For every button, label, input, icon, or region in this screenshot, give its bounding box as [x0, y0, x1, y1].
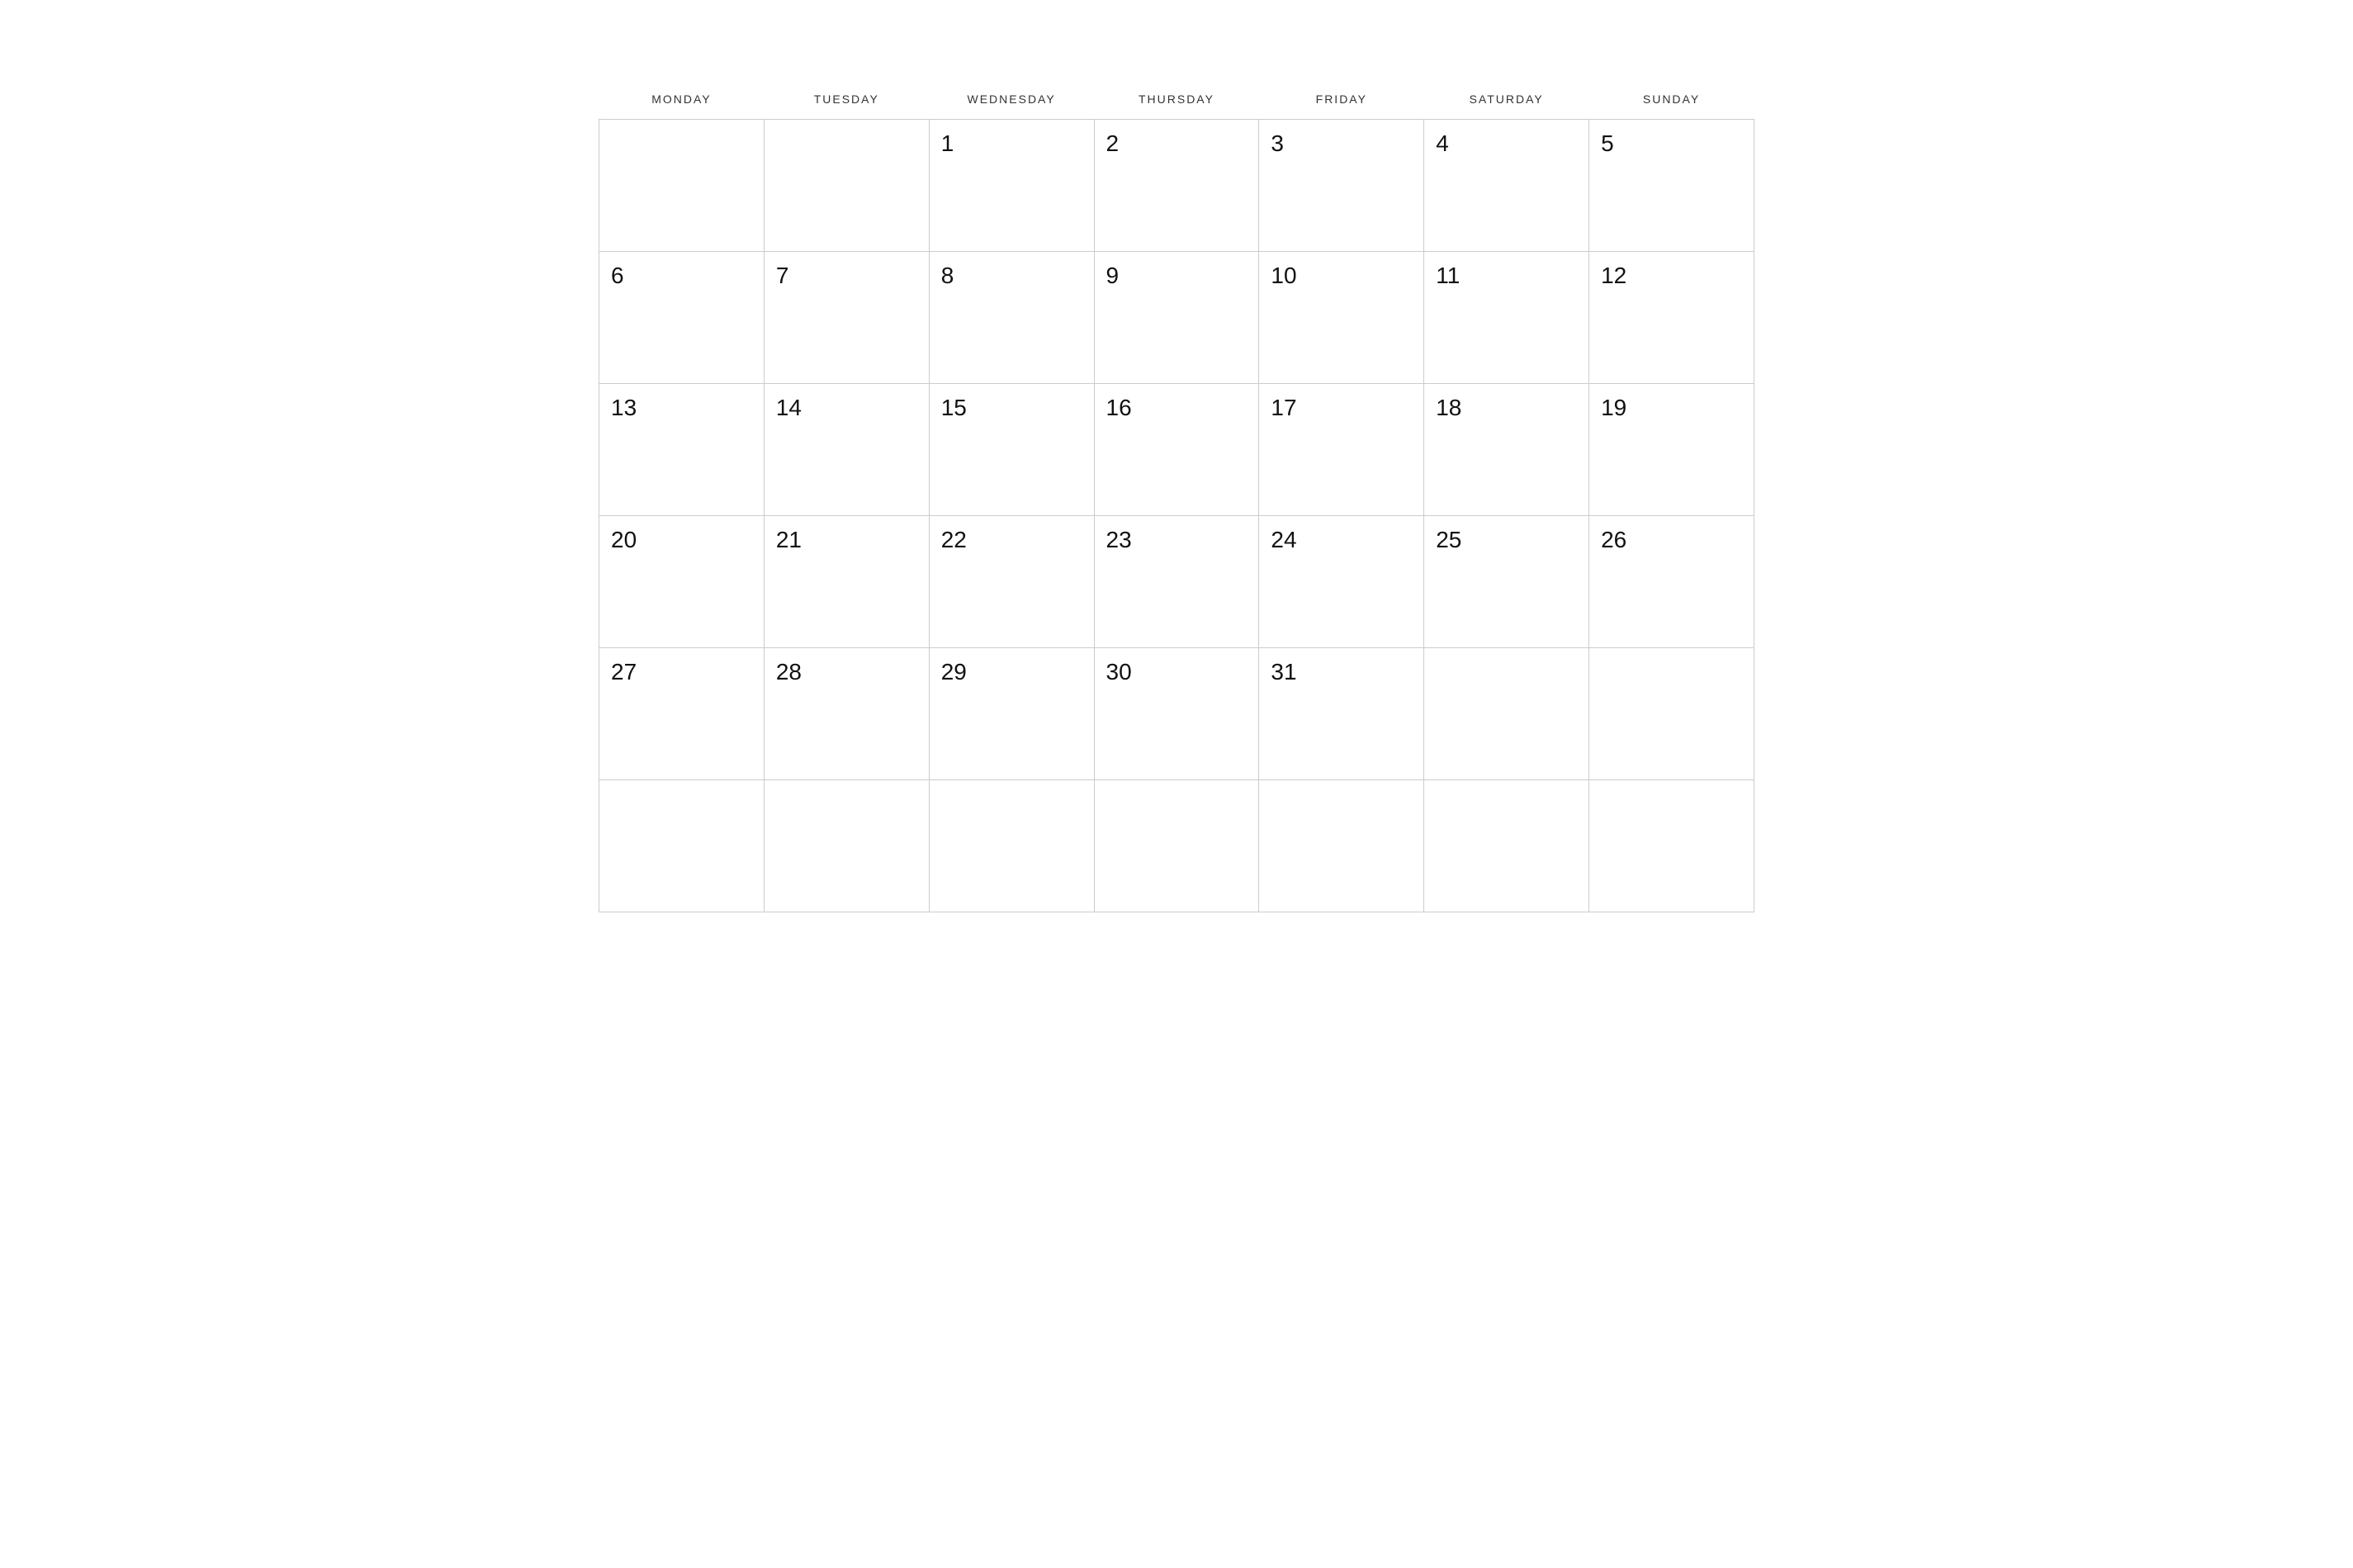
date-number: 7 — [776, 263, 789, 288]
calendar-cell: 1 — [929, 120, 1094, 252]
calendar-cell — [1424, 648, 1589, 780]
calendar-container: MONDAYTUESDAYWEDNESDAYTHURSDAYFRIDAYSATU… — [599, 83, 1754, 912]
calendar-cell: 22 — [929, 516, 1094, 648]
date-number: 20 — [611, 527, 637, 552]
date-number: 11 — [1436, 263, 1460, 288]
calendar-cell: 9 — [1094, 252, 1259, 384]
calendar-cell — [929, 780, 1094, 912]
date-number: 5 — [1601, 130, 1614, 156]
calendar-cell: 31 — [1259, 648, 1424, 780]
date-number: 9 — [1106, 263, 1120, 288]
date-number: 10 — [1271, 263, 1296, 288]
calendar-cell: 5 — [1589, 120, 1754, 252]
date-number: 14 — [776, 395, 802, 420]
date-number: 8 — [941, 263, 954, 288]
calendar-cell: 6 — [599, 252, 765, 384]
date-number: 28 — [776, 659, 802, 685]
day-header-sunday: SUNDAY — [1589, 83, 1754, 120]
day-header-friday: FRIDAY — [1259, 83, 1424, 120]
calendar-cell — [1589, 780, 1754, 912]
calendar-cell — [764, 780, 929, 912]
date-number: 3 — [1271, 130, 1284, 156]
calendar-cell: 24 — [1259, 516, 1424, 648]
calendar-cell: 12 — [1589, 252, 1754, 384]
date-number: 6 — [611, 263, 624, 288]
day-header-tuesday: TUESDAY — [764, 83, 929, 120]
date-number: 24 — [1271, 527, 1296, 552]
calendar-cell: 26 — [1589, 516, 1754, 648]
week-row-4: 20 21 22 23 24 25 26 — [599, 516, 1754, 648]
week-row-3: 13 14 15 16 17 18 19 — [599, 384, 1754, 516]
calendar-cell: 23 — [1094, 516, 1259, 648]
calendar-cell — [599, 120, 765, 252]
calendar-table: MONDAYTUESDAYWEDNESDAYTHURSDAYFRIDAYSATU… — [599, 83, 1754, 912]
day-header-saturday: SATURDAY — [1424, 83, 1589, 120]
calendar-cell: 3 — [1259, 120, 1424, 252]
calendar-cell — [1424, 780, 1589, 912]
calendar-cell — [1094, 780, 1259, 912]
date-number: 31 — [1271, 659, 1296, 685]
date-number: 21 — [776, 527, 802, 552]
day-header-wednesday: WEDNESDAY — [929, 83, 1094, 120]
calendar-cell: 10 — [1259, 252, 1424, 384]
date-number: 30 — [1106, 659, 1132, 685]
day-header-monday: MONDAY — [599, 83, 765, 120]
calendar-cell: 20 — [599, 516, 765, 648]
calendar-cell: 15 — [929, 384, 1094, 516]
week-row-2: 6 7 8 9 10 11 12 — [599, 252, 1754, 384]
calendar-cell: 4 — [1424, 120, 1589, 252]
calendar-cell — [599, 780, 765, 912]
calendar-cell: 14 — [764, 384, 929, 516]
date-number: 23 — [1106, 527, 1132, 552]
calendar-cell: 25 — [1424, 516, 1589, 648]
calendar-cell: 2 — [1094, 120, 1259, 252]
date-number: 19 — [1601, 395, 1626, 420]
calendar-cell: 30 — [1094, 648, 1259, 780]
header-row: MONDAYTUESDAYWEDNESDAYTHURSDAYFRIDAYSATU… — [599, 83, 1754, 120]
calendar-cell: 13 — [599, 384, 765, 516]
week-row-1: 1 2 3 4 5 — [599, 120, 1754, 252]
calendar-cell: 8 — [929, 252, 1094, 384]
calendar-cell — [764, 120, 929, 252]
date-number: 1 — [941, 130, 954, 156]
date-number: 18 — [1436, 395, 1461, 420]
date-number: 13 — [611, 395, 637, 420]
week-row-5: 27 28 29 30 31 — [599, 648, 1754, 780]
calendar-cell: 17 — [1259, 384, 1424, 516]
date-number: 17 — [1271, 395, 1296, 420]
date-number: 16 — [1106, 395, 1132, 420]
date-number: 12 — [1601, 263, 1626, 288]
calendar-cell — [1589, 648, 1754, 780]
date-number: 4 — [1436, 130, 1449, 156]
date-number: 25 — [1436, 527, 1461, 552]
calendar-cell: 18 — [1424, 384, 1589, 516]
date-number: 15 — [941, 395, 967, 420]
calendar-cell: 11 — [1424, 252, 1589, 384]
calendar-cell: 29 — [929, 648, 1094, 780]
day-header-thursday: THURSDAY — [1094, 83, 1259, 120]
calendar-cell: 7 — [764, 252, 929, 384]
date-number: 29 — [941, 659, 967, 685]
calendar-cell: 28 — [764, 648, 929, 780]
date-number: 22 — [941, 527, 967, 552]
week-row-6 — [599, 780, 1754, 912]
calendar-cell: 21 — [764, 516, 929, 648]
calendar-cell: 27 — [599, 648, 765, 780]
calendar-cell — [1259, 780, 1424, 912]
date-number: 2 — [1106, 130, 1120, 156]
calendar-cell: 16 — [1094, 384, 1259, 516]
date-number: 27 — [611, 659, 637, 685]
date-number: 26 — [1601, 527, 1626, 552]
calendar-cell: 19 — [1589, 384, 1754, 516]
